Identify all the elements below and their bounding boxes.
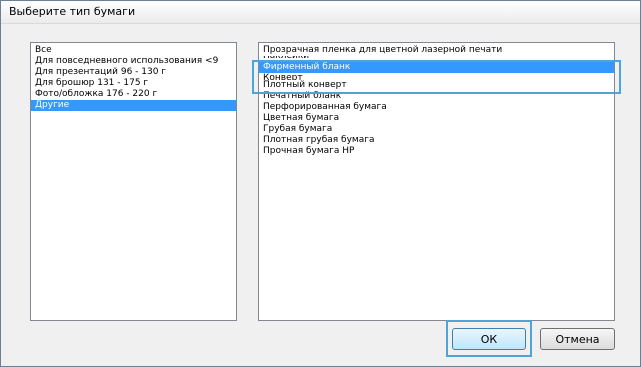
dialog-title: Выберите тип бумаги [9,5,136,18]
list-item-hp-tough[interactable]: Прочная бумага HP [259,146,614,157]
list-item-prepunched[interactable]: Перфорированная бумага [259,102,614,113]
paper-type-dialog: Выберите тип бумаги Все Для повседневног… [0,0,641,367]
callout-frame-ok-button [446,320,532,357]
callout-frame-selected-item [252,60,621,94]
list-item-brochure[interactable]: Для брошюр 131 - 175 г [31,78,236,89]
list-item-rough[interactable]: Грубая бумага [259,124,614,135]
list-item-colored[interactable]: Цветная бумага [259,113,614,124]
list-item-transparency[interactable]: Прозрачная пленка для цветной лазерной п… [259,45,614,56]
list-item-heavy-rough[interactable]: Плотная грубая бумага [259,135,614,146]
list-item-everyday[interactable]: Для повседневного использования <9 [31,56,236,67]
list-item-presentation[interactable]: Для презентаций 96 - 130 г [31,67,236,78]
list-item-other[interactable]: Другие [31,100,236,111]
list-item-photo-cover[interactable]: Фото/обложка 176 - 220 г [31,89,236,100]
paper-category-list[interactable]: Все Для повседневного использования <9 Д… [30,42,237,321]
list-item-all[interactable]: Все [31,45,236,56]
cancel-button[interactable]: Отмена [540,328,615,350]
title-bar: Выберите тип бумаги [1,1,640,24]
